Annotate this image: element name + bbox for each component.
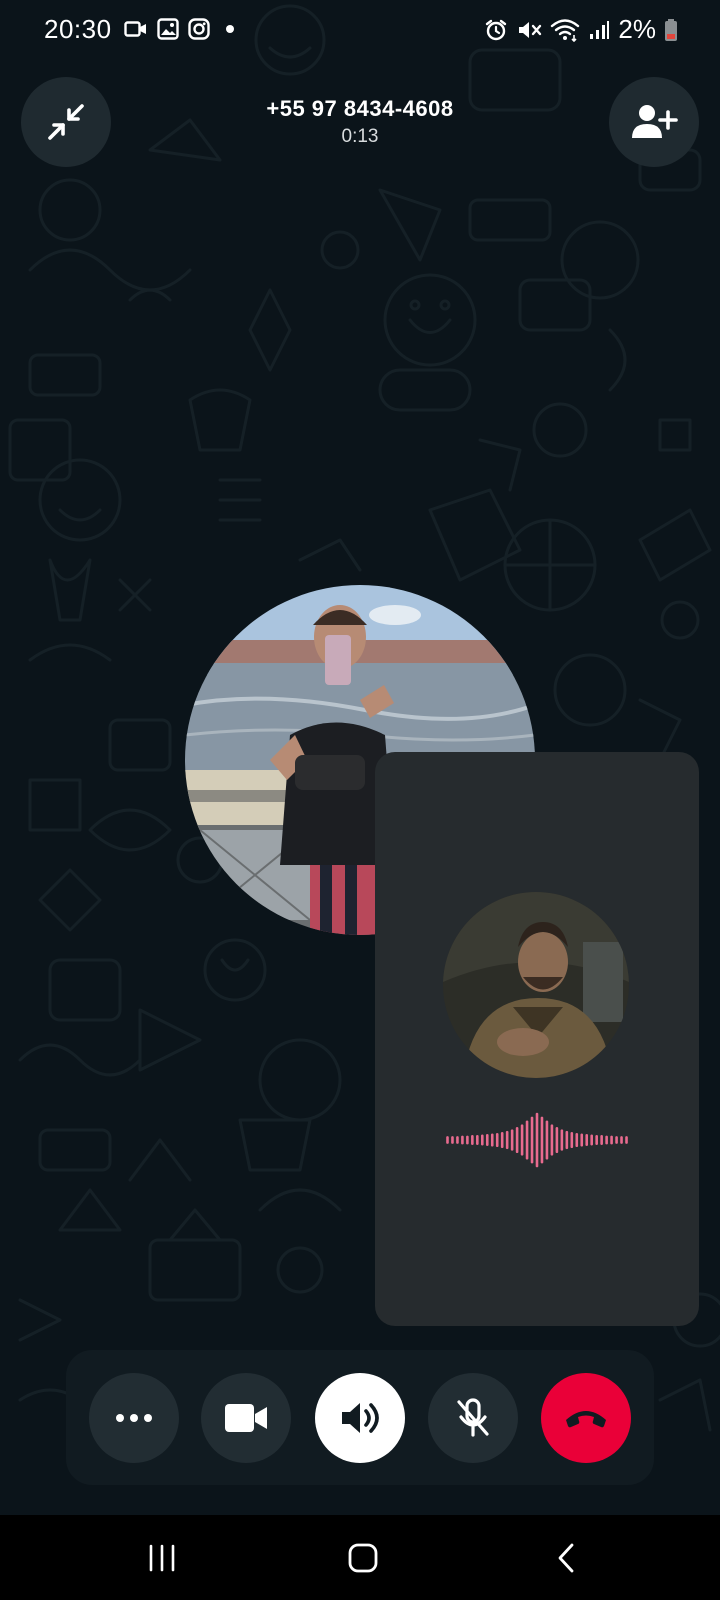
speaker-toggle-button[interactable]: [315, 1373, 405, 1463]
home-button[interactable]: [333, 1535, 393, 1581]
back-button[interactable]: [536, 1535, 596, 1581]
instagram-icon: [188, 18, 210, 40]
status-time: 20:30: [44, 14, 112, 44]
recents-icon: [149, 1544, 175, 1572]
video-camera-icon: [225, 1404, 267, 1432]
battery-percent: 2%: [618, 14, 656, 44]
self-avatar: [443, 892, 629, 1078]
notification-dot-icon: [226, 25, 234, 33]
status-system-icons: 2%: [484, 14, 678, 45]
mute-icon: [519, 21, 542, 38]
home-icon: [348, 1543, 378, 1573]
speaker-icon: [342, 1403, 379, 1433]
minimize-call-button[interactable]: [21, 77, 111, 167]
self-view-window[interactable]: [375, 752, 699, 1326]
status-bar: 20:30 2%: [0, 0, 720, 64]
gallery-icon: [157, 18, 179, 40]
wifi-icon: [551, 18, 580, 42]
video-toggle-button[interactable]: [201, 1373, 291, 1463]
call-screen: 20:30 2% +55 97 8434-4608 0:13: [0, 0, 720, 1600]
add-participant-icon: [632, 105, 678, 138]
recent-apps-button[interactable]: [132, 1535, 192, 1581]
ellipsis-icon: [116, 1414, 152, 1422]
video-recorder-icon: [124, 21, 146, 37]
mute-microphone-button[interactable]: [428, 1373, 518, 1463]
more-options-button[interactable]: [89, 1373, 179, 1463]
microphone-off-icon: [457, 1398, 489, 1437]
add-participant-button[interactable]: [609, 77, 699, 167]
system-navigation-bar: [0, 1515, 720, 1600]
voice-activity-wave: [446, 1112, 628, 1168]
phone-hangup-icon: [566, 1411, 606, 1428]
alarm-icon: [486, 19, 507, 40]
back-icon: [558, 1543, 574, 1573]
status-notification-icons: [124, 18, 241, 40]
call-controls-bar: [66, 1350, 654, 1485]
end-call-button[interactable]: [541, 1373, 631, 1463]
signal-icon: [590, 20, 610, 39]
battery-low-icon: [665, 18, 677, 41]
